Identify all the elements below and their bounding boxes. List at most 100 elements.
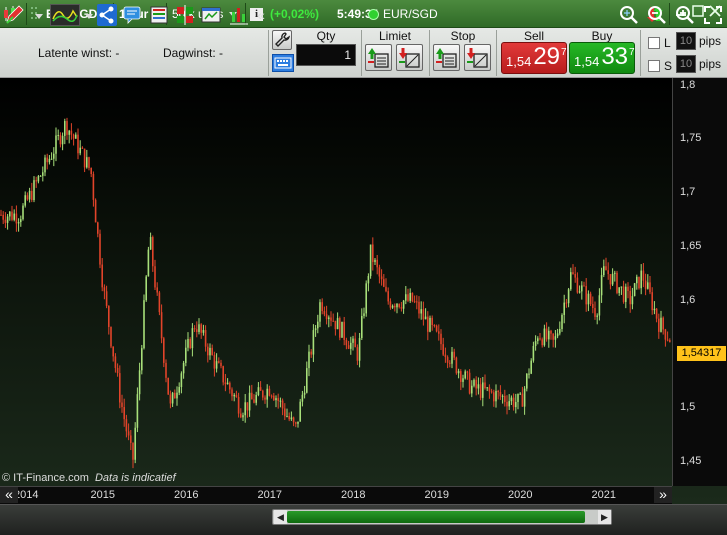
candle-body: [561, 314, 563, 330]
year-tick-label: 2021: [591, 489, 616, 501]
candle-body: [592, 304, 594, 309]
candle-body: [169, 394, 172, 404]
scroll-left-arrow-icon[interactable]: ◀: [274, 510, 287, 524]
candle-body: [424, 316, 427, 320]
candle-body: [534, 341, 537, 346]
candle-body: [495, 391, 497, 402]
limit-checkbox[interactable]: [648, 37, 660, 49]
candle-body: [567, 289, 570, 304]
current-price-tag: 1,54317: [677, 346, 726, 361]
disclaimer-text: Data is indicatief: [94, 472, 176, 484]
sell-price-prefix: 1,54: [506, 54, 532, 69]
candle-body: [532, 345, 535, 361]
candle-body: [97, 222, 99, 234]
candle-body: [200, 324, 202, 333]
candle-body: [647, 282, 649, 289]
buy-limit-button[interactable]: [365, 44, 392, 71]
candle-body: [70, 130, 73, 135]
candle-body: [292, 417, 295, 423]
candle-body: [37, 176, 40, 182]
stop-pips-input[interactable]: 10: [676, 55, 696, 73]
candle-body: [541, 339, 543, 346]
window-icon[interactable]: [200, 4, 222, 26]
candle-body: [255, 394, 257, 403]
price-tick-label: 1,7: [680, 186, 696, 199]
candle-body: [554, 336, 557, 340]
price-chart-area[interactable]: [0, 78, 727, 504]
candle-body: [402, 300, 405, 309]
candle-body: [306, 368, 308, 393]
candle-body: [191, 328, 194, 349]
sell-stop-button[interactable]: [464, 44, 491, 71]
candle-body: [222, 366, 224, 383]
copyright-text: © IT-Finance.com: [2, 472, 89, 484]
candle-body: [42, 172, 44, 176]
candle-body: [482, 382, 484, 398]
chart-add-icon[interactable]: [228, 4, 250, 26]
pencil-icon[interactable]: [4, 4, 26, 26]
candle-body: [163, 338, 165, 363]
candle-body: [180, 373, 183, 388]
chat-icon[interactable]: [122, 4, 144, 26]
dropdown-arrow-icon[interactable]: [84, 4, 94, 26]
scroll-right-arrow-icon[interactable]: ▶: [598, 510, 611, 524]
list-icon[interactable]: [148, 4, 170, 26]
candle-body: [44, 157, 46, 173]
candle-body: [581, 285, 583, 292]
limit-pips-input[interactable]: 10: [676, 32, 696, 50]
sell-stop-icon: [467, 48, 488, 68]
candle-body: [396, 303, 398, 308]
candle-body: [435, 325, 438, 332]
candle-body: [438, 331, 440, 334]
candle-body: [77, 134, 79, 154]
candle-body: [123, 407, 125, 420]
candle-body: [330, 317, 332, 321]
zoom-out-icon[interactable]: [646, 4, 668, 26]
candle-body: [323, 311, 326, 315]
candle-body: [147, 249, 150, 277]
candle-body: [114, 356, 117, 368]
candle-body: [319, 302, 321, 322]
share-icon[interactable]: [97, 4, 117, 26]
candle-body: [411, 292, 414, 302]
sell-button[interactable]: 1,54 29 7: [501, 42, 567, 74]
candle-body: [594, 308, 596, 317]
dropdown-arrow-icon[interactable]: [34, 4, 44, 26]
candle-body: [642, 270, 645, 281]
candle-body: [587, 293, 590, 305]
indicators-icon[interactable]: [50, 4, 80, 26]
candle-body: [268, 388, 271, 396]
fullscreen-icon[interactable]: [702, 4, 724, 26]
candle-body: [609, 274, 612, 285]
candle-body: [552, 333, 554, 340]
stop-pips-label: pips: [699, 57, 722, 71]
candle-body: [231, 389, 233, 397]
instrument-label: EUR/SGD: [383, 7, 438, 21]
buy-stop-button[interactable]: [433, 44, 460, 71]
zoom-fit-icon[interactable]: [618, 4, 640, 26]
candle-body: [160, 312, 163, 339]
candle-body: [376, 259, 378, 268]
tiles-icon[interactable]: [174, 4, 196, 26]
candle-body: [361, 315, 363, 339]
quantity-input[interactable]: [296, 44, 356, 66]
sell-limit-button[interactable]: [396, 44, 423, 71]
buy-price-main: 33: [601, 43, 629, 70]
stop-checkbox[interactable]: [648, 60, 660, 72]
day-profit: Dagwinst: -: [163, 46, 223, 60]
price-tick-label: 1,6: [680, 293, 696, 306]
buy-button[interactable]: 1,54 33 7: [569, 42, 635, 74]
candle-body: [259, 387, 262, 391]
zoom-in-icon[interactable]: [674, 4, 696, 26]
keyboard-button[interactable]: [272, 54, 294, 72]
candle-body: [68, 130, 70, 135]
wrench-button[interactable]: [272, 30, 292, 50]
scroll-forward-icon[interactable]: »: [654, 487, 672, 503]
scroll-left-icon[interactable]: «: [254, 4, 268, 26]
candle-body: [33, 180, 35, 201]
candle-body: [143, 300, 145, 349]
scrollbar-thumb[interactable]: [287, 511, 585, 523]
candle-body: [257, 387, 260, 395]
candle-body: [358, 338, 361, 361]
scroll-back-icon[interactable]: «: [0, 487, 18, 503]
